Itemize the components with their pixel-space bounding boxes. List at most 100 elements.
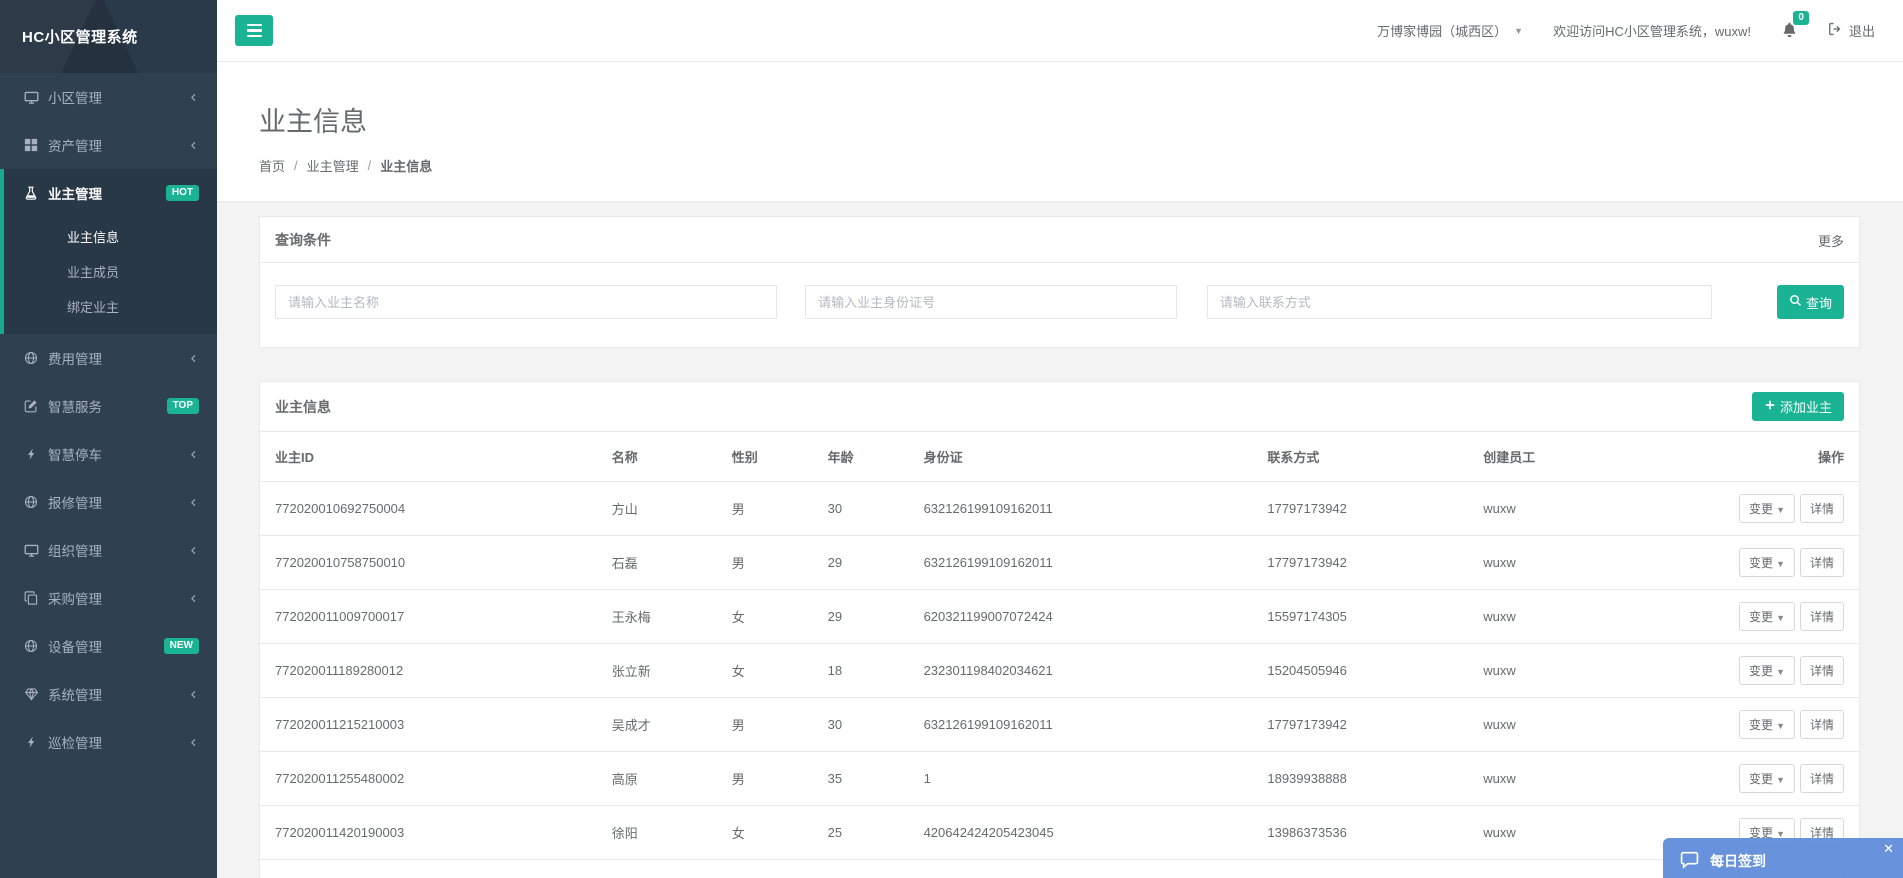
search-button[interactable]: 查询 [1777,285,1844,319]
sidebar-toggle-button[interactable] [235,15,273,46]
sidebar-link[interactable]: 采购管理 [0,574,217,622]
sidebar-item-3: 费用管理 [0,334,217,382]
hamburger-icon [247,24,262,26]
table-cell: 15204505946 [1259,644,1475,698]
app-root: HC小区管理系统 小区管理资产管理业主管理HOT业主信息业主成员绑定业主费用管理… [0,0,1903,878]
sidebar-link[interactable]: 巡检管理 [0,718,217,766]
detail-button[interactable]: 详情 [1800,710,1844,739]
sidebar-link[interactable]: 智慧停车 [0,430,217,478]
sidebar-link[interactable]: 业主管理HOT [4,169,217,217]
gem-icon [23,687,39,701]
change-button[interactable]: 变更▼ [1739,710,1795,739]
table-cell: 35 [820,752,916,806]
close-icon[interactable]: ✕ [1883,842,1894,855]
change-button[interactable]: 变更▼ [1739,764,1795,793]
logout-label: 退出 [1849,21,1875,40]
table-cell: 女 [724,806,820,860]
caret-down-icon: ▼ [1514,26,1523,36]
app-logo: HC小区管理系统 [0,0,217,73]
sidebar-item-label: 智慧服务 [48,396,102,416]
change-button[interactable]: 变更▼ [1739,602,1795,631]
sidebar-subitem[interactable]: 业主信息 [4,219,217,254]
table-cell: 胡德 [604,860,724,878]
chevron-left-icon [188,497,199,508]
sign-out-icon [1828,22,1842,39]
detail-button[interactable]: 详情 [1800,764,1844,793]
sidebar-menu: 小区管理资产管理业主管理HOT业主信息业主成员绑定业主费用管理智慧服务TOP智慧… [0,73,217,766]
sidebar-link[interactable]: 智慧服务TOP [0,382,217,430]
detail-button[interactable]: 详情 [1800,548,1844,577]
table-cell: 高原 [604,752,724,806]
table-cell: 石磊 [604,536,724,590]
caret-down-icon: ▼ [1776,559,1785,569]
sidebar-link[interactable]: 设备管理NEW [0,622,217,670]
sidebar-item-label: 设备管理 [48,636,102,656]
sidebar-link[interactable]: 组织管理 [0,526,217,574]
welcome-text: 欢迎访问HC小区管理系统，wuxw! [1553,21,1751,40]
change-button[interactable]: 变更▼ [1739,548,1795,577]
sidebar-link[interactable]: 系统管理 [0,670,217,718]
sidebar-link[interactable]: 费用管理 [0,334,217,382]
owner-idcard-input[interactable] [805,285,1177,319]
query-panel-header: 查询条件 更多 [260,217,1859,263]
sidebar-link[interactable]: 报修管理 [0,478,217,526]
row-actions-cell: 变更▼详情 [1667,482,1859,536]
search-icon [1789,294,1802,310]
chevron-left-icon [188,92,199,103]
sidebar-item-0: 小区管理 [0,73,217,121]
sidebar-link[interactable]: 小区管理 [0,73,217,121]
breadcrumb-home[interactable]: 首页 [259,156,285,175]
sidebar-item-7: 组织管理 [0,526,217,574]
table-cell: 吴成才 [604,698,724,752]
search-button-label: 查询 [1806,293,1832,312]
logout-button[interactable]: 退出 [1828,21,1875,40]
breadcrumb-owner-mgmt[interactable]: 业主管理 [307,156,359,175]
table-cell: 420642424205423045 [916,806,1260,860]
breadcrumb: 首页 / 业主管理 / 业主信息 [259,156,1860,175]
table-cell: wuxw [1475,590,1667,644]
table-cell: 男 [724,752,820,806]
sidebar-item-5: 智慧停车 [0,430,217,478]
table-cell: 男 [724,482,820,536]
owner-phone-input[interactable] [1207,285,1712,319]
table-cell: 17797173942 [1259,482,1475,536]
table-cell: 18939938888 [1259,752,1475,806]
query-panel-title: 查询条件 [275,230,331,250]
sidebar-link[interactable]: 资产管理 [0,121,217,169]
owners-panel-title: 业主信息 [275,397,331,417]
more-link[interactable]: 更多 [1818,231,1844,250]
table-cell: 13986373536 [1259,806,1475,860]
daily-checkin-toast[interactable]: 每日签到 ✕ [1663,838,1903,878]
sidebar-item-label: 组织管理 [48,540,102,560]
notifications-button[interactable]: 0 [1781,21,1798,41]
detail-button[interactable]: 详情 [1800,656,1844,685]
change-button[interactable]: 变更▼ [1739,656,1795,685]
flask-icon [23,186,39,200]
table-cell: 女 [724,590,820,644]
sidebar-subitem[interactable]: 业主成员 [4,254,217,289]
globe-icon [23,639,39,653]
sidebar-item-label: 系统管理 [48,684,102,704]
add-owner-button[interactable]: 添加业主 [1752,392,1844,421]
owners-panel-header: 业主信息 添加业主 [260,382,1859,432]
column-header: 性别 [724,432,820,482]
table-cell: 女 [724,644,820,698]
table-cell: 男 [724,698,820,752]
chat-bubble-icon [1679,849,1700,873]
change-button[interactable]: 变更▼ [1739,494,1795,523]
chevron-left-icon [188,689,199,700]
row-actions-cell: 变更▼详情 [1667,590,1859,644]
sidebar-item-11: 巡检管理 [0,718,217,766]
sidebar-subitem[interactable]: 绑定业主 [4,289,217,324]
detail-button[interactable]: 详情 [1800,494,1844,523]
table-cell: 772020010692750004 [260,482,604,536]
copy-icon [23,591,39,605]
detail-button[interactable]: 详情 [1800,602,1844,631]
owner-name-input[interactable] [275,285,777,319]
row-actions-cell: 变更▼详情 [1667,536,1859,590]
row-actions-cell: 变更▼详情 [1667,644,1859,698]
sidebar: HC小区管理系统 小区管理资产管理业主管理HOT业主信息业主成员绑定业主费用管理… [0,0,217,878]
community-selector[interactable]: 万博家博园（城西区） ▼ [1377,21,1523,40]
menu-badge: HOT [166,185,199,201]
bolt-icon [23,735,39,749]
